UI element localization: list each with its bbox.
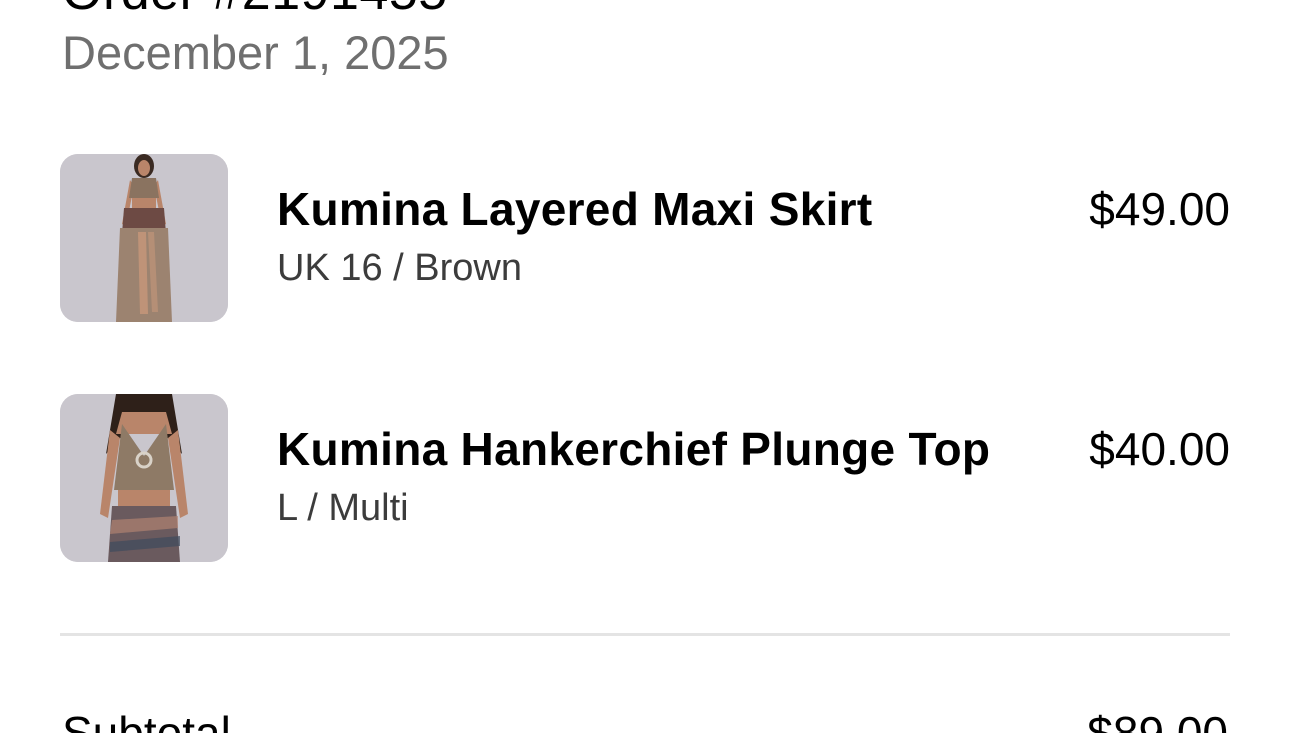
- product-photo-plunge-top: [60, 394, 228, 562]
- item-price: $40.00: [1089, 423, 1230, 475]
- product-photo-maxi-skirt: [60, 154, 228, 322]
- item-name[interactable]: Kumina Layered Maxi Skirt: [277, 184, 872, 235]
- product-thumbnail-plunge-top[interactable]: [60, 394, 228, 562]
- item-variant: UK 16 / Brown: [277, 247, 522, 289]
- order-date: December 1, 2025: [62, 26, 449, 79]
- order-details-page: Order #2191455 December 1, 2025: [0, 0, 1290, 733]
- item-price: $49.00: [1089, 183, 1230, 235]
- item-variant: L / Multi: [277, 487, 409, 529]
- subtotal-label: Subtotal: [62, 707, 231, 733]
- order-number-title: Order #2191455: [62, 0, 448, 18]
- summary-divider: [60, 633, 1230, 636]
- subtotal-value: $89.00: [1087, 707, 1228, 733]
- product-thumbnail-maxi-skirt[interactable]: [60, 154, 228, 322]
- item-name[interactable]: Kumina Hankerchief Plunge Top: [277, 424, 990, 475]
- line-item[interactable]: Kumina Hankerchief Plunge Top L / Multi …: [60, 394, 1230, 562]
- line-item[interactable]: Kumina Layered Maxi Skirt UK 16 / Brown …: [60, 154, 1230, 322]
